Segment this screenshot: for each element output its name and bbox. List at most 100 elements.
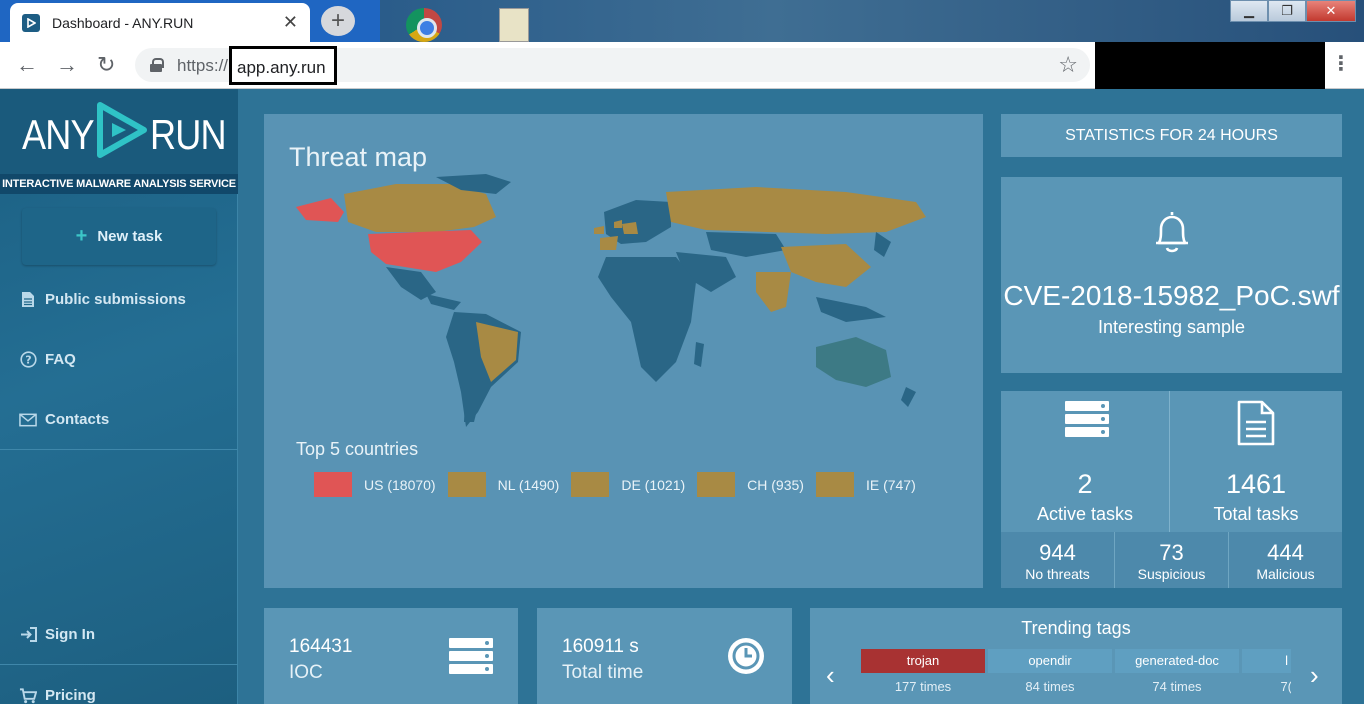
sidebar-divider (0, 664, 238, 665)
legend-swatch (697, 472, 736, 497)
back-icon[interactable]: ← (16, 53, 38, 77)
map-region-indonesia (816, 297, 886, 322)
close-window-button[interactable]: ✕ (1306, 0, 1356, 22)
maximize-button[interactable]: ❐ (1268, 0, 1306, 22)
tag-item[interactable]: generated-doc 74 times (1115, 649, 1239, 699)
map-country-new-zealand (901, 387, 916, 407)
bookmark-star-icon[interactable]: ☆ (1058, 52, 1078, 78)
bell-icon (1156, 212, 1188, 253)
verdict-malicious[interactable]: 444 Malicious (1229, 532, 1342, 588)
tab-title: Dashboard - ANY.RUN (52, 14, 194, 31)
ioc-label: IOC (289, 662, 323, 683)
envelope-icon (19, 413, 37, 427)
map-country-ireland (594, 226, 604, 234)
document-icon (1237, 400, 1275, 446)
tag-count: 84 times (1025, 679, 1075, 694)
legend-swatch (314, 472, 352, 497)
nav-label: Pricing (45, 687, 96, 704)
new-task-button[interactable]: + New task (22, 208, 216, 265)
map-region-africa (598, 257, 696, 382)
file-icon (19, 291, 37, 308)
tag-count: 7( (1280, 679, 1291, 694)
lock-icon (150, 58, 164, 72)
server-icon (449, 638, 493, 674)
svg-text:?: ? (25, 354, 31, 367)
chevron-left-icon[interactable]: ‹ (826, 660, 835, 691)
tag-pill[interactable]: trojan (861, 649, 985, 673)
chrome-icon[interactable] (406, 8, 442, 42)
url-scheme: https:// (177, 56, 229, 75)
cart-icon (19, 687, 37, 704)
tab-close-icon[interactable]: ✕ (283, 12, 298, 33)
nav-pricing[interactable]: Pricing (19, 687, 96, 704)
sample-name: CVE-2018-15982_PoC.swf (1003, 280, 1340, 311)
map-region-central-america (426, 294, 461, 310)
tag-pill[interactable]: generated-doc (1115, 649, 1239, 673)
threat-map-title: Threat map (289, 142, 428, 172)
world-map[interactable] (286, 172, 966, 442)
tag-pill[interactable]: l (1242, 649, 1291, 673)
desktop-file-icon[interactable] (499, 8, 529, 42)
new-task-label: New task (97, 228, 163, 245)
tag-item[interactable]: trojan 177 times (861, 649, 985, 699)
tag-pill[interactable]: opendir (988, 649, 1112, 673)
total-time-label: Total time (562, 662, 644, 683)
interesting-sample-card[interactable]: CVE-2018-15982_PoC.swf Interesting sampl… (1001, 177, 1342, 373)
browser-tab[interactable]: Dashboard - ANY.RUN ✕ (10, 3, 310, 42)
verdict-value: 444 (1267, 540, 1304, 565)
redacted-area (1095, 42, 1325, 89)
new-tab-button[interactable]: + (321, 6, 355, 36)
map-country-india (756, 272, 791, 312)
sign-in-icon (19, 627, 37, 642)
verdict-suspicious[interactable]: 73 Suspicious (1115, 532, 1229, 588)
sidebar: ANY RUN INTERACTIVE MALWARE ANALYSIS SER… (0, 89, 238, 704)
forward-icon[interactable]: → (56, 53, 78, 77)
sample-label: Interesting sample (1097, 317, 1246, 337)
address-bar[interactable]: https:// app.any.run ☆ (135, 46, 1090, 85)
threat-map-panel: Threat map Top 5 countries US (18070) NL… (264, 114, 983, 588)
map-country-china (781, 244, 871, 287)
browser-menu-icon[interactable]: ⋮ (1331, 51, 1351, 76)
reload-icon[interactable]: ↻ (97, 53, 115, 77)
ioc-value: 164431 (289, 636, 353, 657)
active-tasks[interactable]: 2 Active tasks (1001, 391, 1170, 532)
nav-sign-in[interactable]: Sign In (19, 626, 95, 643)
sidebar-divider (0, 449, 238, 450)
verdict-label: Suspicious (1137, 566, 1206, 582)
nav-label: Contacts (45, 411, 110, 428)
map-country-kazakhstan (706, 232, 786, 257)
nav-contacts[interactable]: Contacts (19, 411, 109, 428)
statistics-header: STATISTICS FOR 24 HOURS (1001, 114, 1342, 157)
legend-swatch (571, 472, 610, 497)
legend-item: NL (1490) (447, 472, 559, 497)
active-tasks-label: Active tasks (1036, 504, 1134, 524)
nav-faq[interactable]: ? FAQ (19, 351, 76, 368)
verdict-label: Malicious (1256, 566, 1315, 582)
verdict-no-threats[interactable]: 944 No threats (1001, 532, 1115, 588)
minimize-button[interactable]: ▁ (1230, 0, 1268, 22)
clock-icon (728, 638, 764, 674)
anyrun-logo[interactable]: ANY RUN (0, 89, 238, 174)
tag-item[interactable]: l 7( (1242, 649, 1291, 699)
legend-label: IE (747) (865, 476, 916, 493)
map-country-usa (368, 230, 482, 272)
server-icon (1065, 401, 1109, 437)
total-time-value: 160911 s (562, 636, 639, 657)
plus-icon: + (75, 225, 88, 247)
nav-public-submissions[interactable]: Public submissions (19, 291, 186, 308)
browser-tabstrip: Dashboard - ANY.RUN ✕ + ▁ ❐ ✕ (0, 0, 1364, 42)
legend-item: US (18070) (314, 472, 436, 497)
tag-count: 177 times (894, 679, 952, 694)
tag-item[interactable]: opendir 84 times (988, 649, 1112, 699)
verdict-value: 944 (1039, 540, 1076, 565)
logo-text-right: RUN (150, 111, 227, 158)
total-tasks[interactable]: 1461 Total tasks (1170, 391, 1342, 532)
logo-text-left: ANY (22, 111, 95, 158)
verdict-value: 73 (1159, 540, 1184, 565)
top5-legend: US (18070) NL (1490) DE (1021) CH (935) … (314, 472, 928, 497)
map-country-alaska (296, 198, 344, 222)
chevron-right-icon[interactable]: › (1310, 660, 1319, 691)
total-tasks-label: Total tasks (1213, 504, 1299, 524)
legend-swatch (447, 472, 486, 497)
tasks-card: 2 Active tasks 1461 Total tasks 944 No t… (1001, 391, 1342, 588)
